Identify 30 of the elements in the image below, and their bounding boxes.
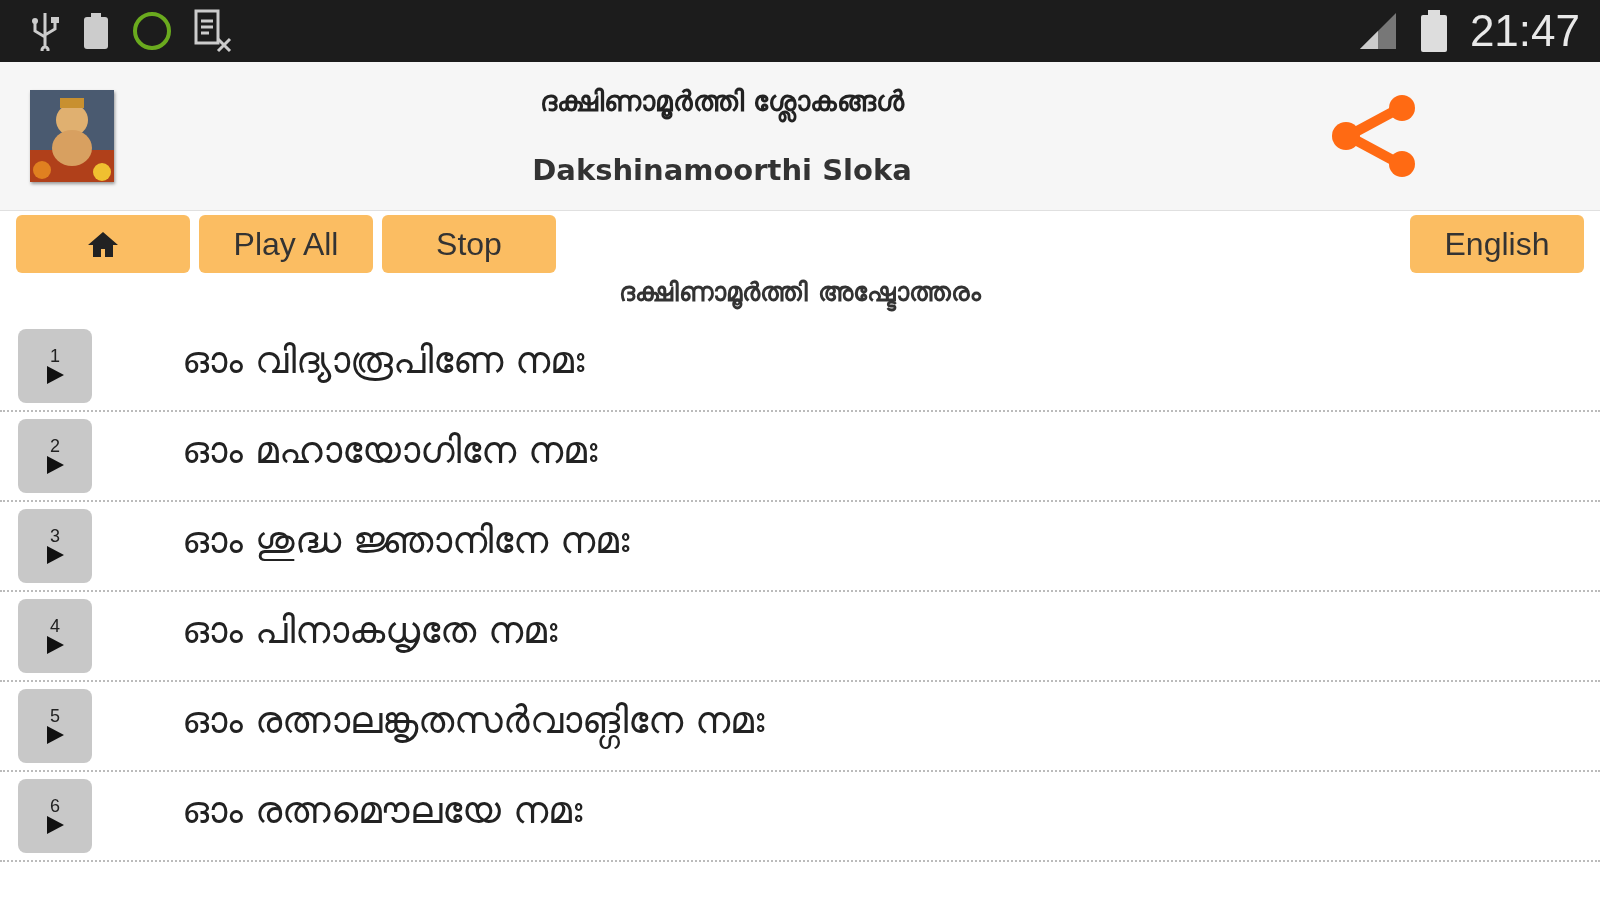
language-button[interactable]: English [1410, 215, 1584, 273]
mantra-text: ഓം പിനാകധൃതേ നമഃ [182, 607, 558, 655]
home-button[interactable] [16, 215, 190, 273]
app-subtitle: Dakshinamoorthi Sloka [532, 153, 912, 187]
toolbar-button[interactable]: Stop [382, 215, 556, 273]
clock-time: 21:47 [1469, 6, 1580, 56]
play-icon [45, 365, 65, 385]
play-button[interactable]: 3 [18, 509, 92, 583]
mantra-text: ഓം രത്നമൌലയേ നമഃ [182, 787, 583, 835]
toolbar-button[interactable]: Play All [199, 215, 373, 273]
play-icon [45, 545, 65, 565]
play-button[interactable]: 4 [18, 599, 92, 673]
usb-icon [30, 11, 60, 51]
play-icon [45, 815, 65, 835]
mantra-text: ഓം ശുദ്ധ ജ്ഞാനിനേ നമഃ [182, 517, 630, 565]
play-button[interactable]: 2 [18, 419, 92, 493]
mantra-text: ഓം വിദ്യാരൂപിണേ നമഃ [182, 337, 585, 385]
document-x-icon [194, 9, 234, 53]
play-button[interactable]: 1 [18, 329, 92, 403]
play-button[interactable]: 6 [18, 779, 92, 853]
play-icon [45, 635, 65, 655]
mantra-text: ഓം രത്നാലങ്കൃതസർവാങ്ഗിനേ നമഃ [182, 692, 765, 760]
battery-status-icon [82, 11, 110, 51]
home-icon [87, 230, 119, 258]
play-icon [45, 455, 65, 475]
battery-icon [1419, 9, 1448, 53]
play-icon [45, 725, 65, 745]
battery-ring-icon [132, 11, 172, 51]
mantra-text: ഓം മഹായോഗിനേ നമഃ [182, 427, 598, 475]
play-button[interactable]: 5 [18, 689, 92, 763]
